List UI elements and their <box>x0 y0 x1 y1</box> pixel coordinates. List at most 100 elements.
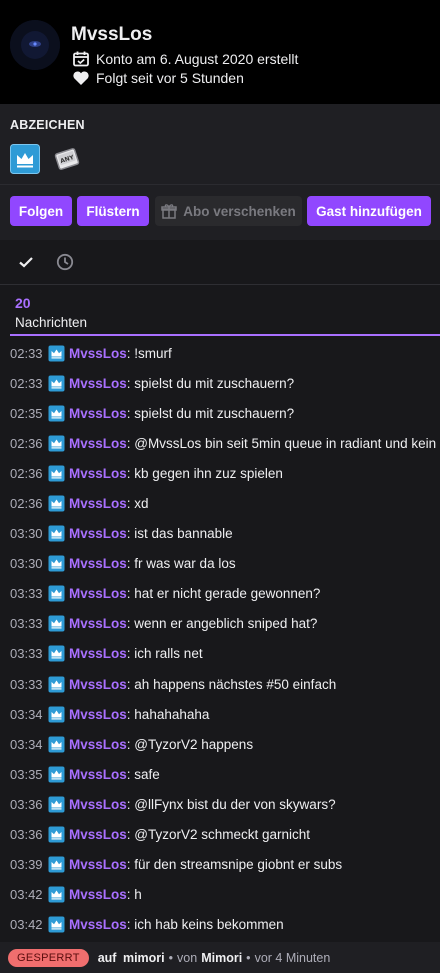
message-timestamp: 03:33 <box>10 586 43 602</box>
avatar[interactable] <box>10 20 60 70</box>
chat-message-row[interactable]: 03:30 MvssLos: ist das bannable <box>0 519 440 549</box>
add-guest-button[interactable]: Gast hinzufügen <box>307 196 431 226</box>
message-timestamp: 02:36 <box>10 435 43 451</box>
subscriber-badge-icon[interactable] <box>48 495 65 512</box>
message-content: MvssLos: ich ralls net <box>69 646 203 661</box>
chat-message-row[interactable]: 02:33 MvssLos: spielst du mit zuschauern? <box>0 368 440 398</box>
message-username[interactable]: MvssLos <box>69 767 127 782</box>
chat-message-row[interactable]: 03:35 MvssLos: safe <box>0 759 440 789</box>
chat-message-row[interactable]: 03:33 MvssLos: hat er nicht gerade gewonn… <box>0 579 440 609</box>
subscriber-badge-icon[interactable] <box>48 676 65 693</box>
chat-message-row[interactable]: 03:30 MvssLos: fr was war da los <box>0 549 440 579</box>
chat-message-row[interactable]: 02:36 MvssLos: @MvssLos bin seit 5min que… <box>0 428 440 458</box>
subscriber-badge-icon[interactable] <box>48 435 65 452</box>
gift-sub-label: Abo verschenken <box>183 203 296 219</box>
message-timestamp: 03:34 <box>10 706 43 722</box>
message-username[interactable]: MvssLos <box>69 436 127 451</box>
clock-icon[interactable] <box>55 252 75 272</box>
message-content: MvssLos: hat er nicht gerade gewonnen? <box>69 586 320 601</box>
chat-message-row[interactable]: 03:33 MvssLos: wenn er angeblich sniped h… <box>0 609 440 639</box>
message-username[interactable]: MvssLos <box>69 887 127 902</box>
subscriber-badge-icon[interactable] <box>48 706 65 723</box>
username[interactable]: MvssLos <box>71 24 152 46</box>
chat-message-row[interactable]: 03:42 MvssLos: ich hab keins bekommen <box>0 910 440 940</box>
message-content: MvssLos: @llFynx bist du der von skywars… <box>69 797 336 812</box>
ban-on-label: auf mimori <box>98 951 165 965</box>
message-timestamp: 03:33 <box>10 676 43 692</box>
message-username[interactable]: MvssLos <box>69 496 127 511</box>
chat-message-row[interactable]: 03:34 MvssLos: @TyzorV2 happens <box>0 729 440 759</box>
message-content: MvssLos: fr was war da los <box>69 556 236 571</box>
chat-message-row[interactable]: 02:35 MvssLos: spielst du mit zuschauern? <box>0 398 440 428</box>
chat-message-row[interactable]: 03:39 MvssLos: für den streamsnipe giobnt… <box>0 850 440 880</box>
message-username[interactable]: MvssLos <box>69 737 127 752</box>
chat-message-row[interactable]: 02:36 MvssLos: kb gegen ihn zuz spielen <box>0 458 440 488</box>
subscriber-badge-icon[interactable] <box>48 736 65 753</box>
subscriber-badge-icon[interactable] <box>48 826 65 843</box>
message-timestamp: 03:30 <box>10 556 43 572</box>
message-username[interactable]: MvssLos <box>69 466 127 481</box>
subscriber-badge-icon[interactable] <box>48 345 65 362</box>
active-tab-indicator <box>10 334 440 336</box>
gift-sub-button[interactable]: Abo verschenken <box>155 196 302 226</box>
subscriber-badge-icon[interactable] <box>48 796 65 813</box>
chat-message-row[interactable]: 03:33 MvssLos: ich ralls net <box>0 639 440 669</box>
message-username[interactable]: MvssLos <box>69 556 127 571</box>
message-username[interactable]: MvssLos <box>69 346 127 361</box>
message-username[interactable]: MvssLos <box>69 616 127 631</box>
banned-status-badge: GESPERRT <box>8 948 89 967</box>
message-timestamp: 03:35 <box>10 766 43 782</box>
message-text: xd <box>134 496 149 512</box>
checkmark-icon[interactable] <box>16 252 36 272</box>
message-username[interactable]: MvssLos <box>69 586 127 601</box>
calendar-icon <box>72 50 90 68</box>
message-username[interactable]: MvssLos <box>69 646 127 661</box>
subscriber-badge-icon[interactable] <box>48 645 65 662</box>
message-username[interactable]: MvssLos <box>69 376 127 391</box>
ban-moderator-name[interactable]: Mimori <box>201 951 242 965</box>
message-username[interactable]: MvssLos <box>69 406 127 421</box>
subscriber-badge-icon[interactable] <box>48 916 65 933</box>
message-username[interactable]: MvssLos <box>69 797 127 812</box>
chat-message-row[interactable]: 02:36 MvssLos: xd <box>0 488 440 518</box>
message-username[interactable]: MvssLos <box>69 917 127 932</box>
subscriber-badge-icon[interactable] <box>48 555 65 572</box>
chat-message-row[interactable]: 03:42 MvssLos: h <box>0 880 440 910</box>
message-tabs <box>0 240 440 285</box>
chat-message-row[interactable]: 03:36 MvssLos: @llFynx bist du der von sk… <box>0 789 440 819</box>
whisper-button[interactable]: Flüstern <box>77 196 149 226</box>
message-text: ich hab keins bekommen <box>134 917 284 933</box>
subscriber-badge-icon[interactable] <box>48 525 65 542</box>
message-username[interactable]: MvssLos <box>69 857 127 872</box>
subscriber-badge-icon[interactable] <box>48 465 65 482</box>
subscriber-badge-icon[interactable] <box>48 375 65 392</box>
subscriber-crown-badge-icon[interactable] <box>10 144 40 174</box>
chat-message-row[interactable]: 03:36 MvssLos: @TyzorV2 schmeckt garnicht <box>0 820 440 850</box>
subscriber-badge-icon[interactable] <box>48 886 65 903</box>
message-text: safe <box>134 766 160 782</box>
following-since-row: Folgt seit vor 5 Stunden <box>72 69 244 87</box>
message-content: MvssLos: ist das bannable <box>69 526 233 541</box>
subscriber-badge-icon[interactable] <box>48 856 65 873</box>
message-content: MvssLos: xd <box>69 496 149 511</box>
message-username[interactable]: MvssLos <box>69 526 127 541</box>
prime-gaming-badge-icon[interactable]: ANY <box>52 144 82 174</box>
message-text: h <box>134 887 142 903</box>
ban-by-label: von <box>177 950 198 965</box>
ban-channel-name[interactable]: mimori <box>123 951 165 965</box>
message-text: fr was war da los <box>134 556 236 572</box>
message-username[interactable]: MvssLos <box>69 707 127 722</box>
chat-message-row[interactable]: 03:34 MvssLos: hahahahaha <box>0 699 440 729</box>
message-username[interactable]: MvssLos <box>69 827 127 842</box>
message-timestamp: 03:42 <box>10 917 43 933</box>
subscriber-badge-icon[interactable] <box>48 585 65 602</box>
subscriber-badge-icon[interactable] <box>48 615 65 632</box>
message-timestamp: 02:33 <box>10 345 43 361</box>
subscriber-badge-icon[interactable] <box>48 405 65 422</box>
account-created-text: Konto am 6. August 2020 erstellt <box>96 51 299 67</box>
follow-button[interactable]: Folgen <box>10 196 72 226</box>
chat-message-row[interactable]: 02:33 MvssLos: !smurf <box>0 338 440 368</box>
chat-message-row[interactable]: 03:33 MvssLos: ah happens nächstes #50 ei… <box>0 669 440 699</box>
message-username[interactable]: MvssLos <box>69 677 127 692</box>
subscriber-badge-icon[interactable] <box>48 766 65 783</box>
